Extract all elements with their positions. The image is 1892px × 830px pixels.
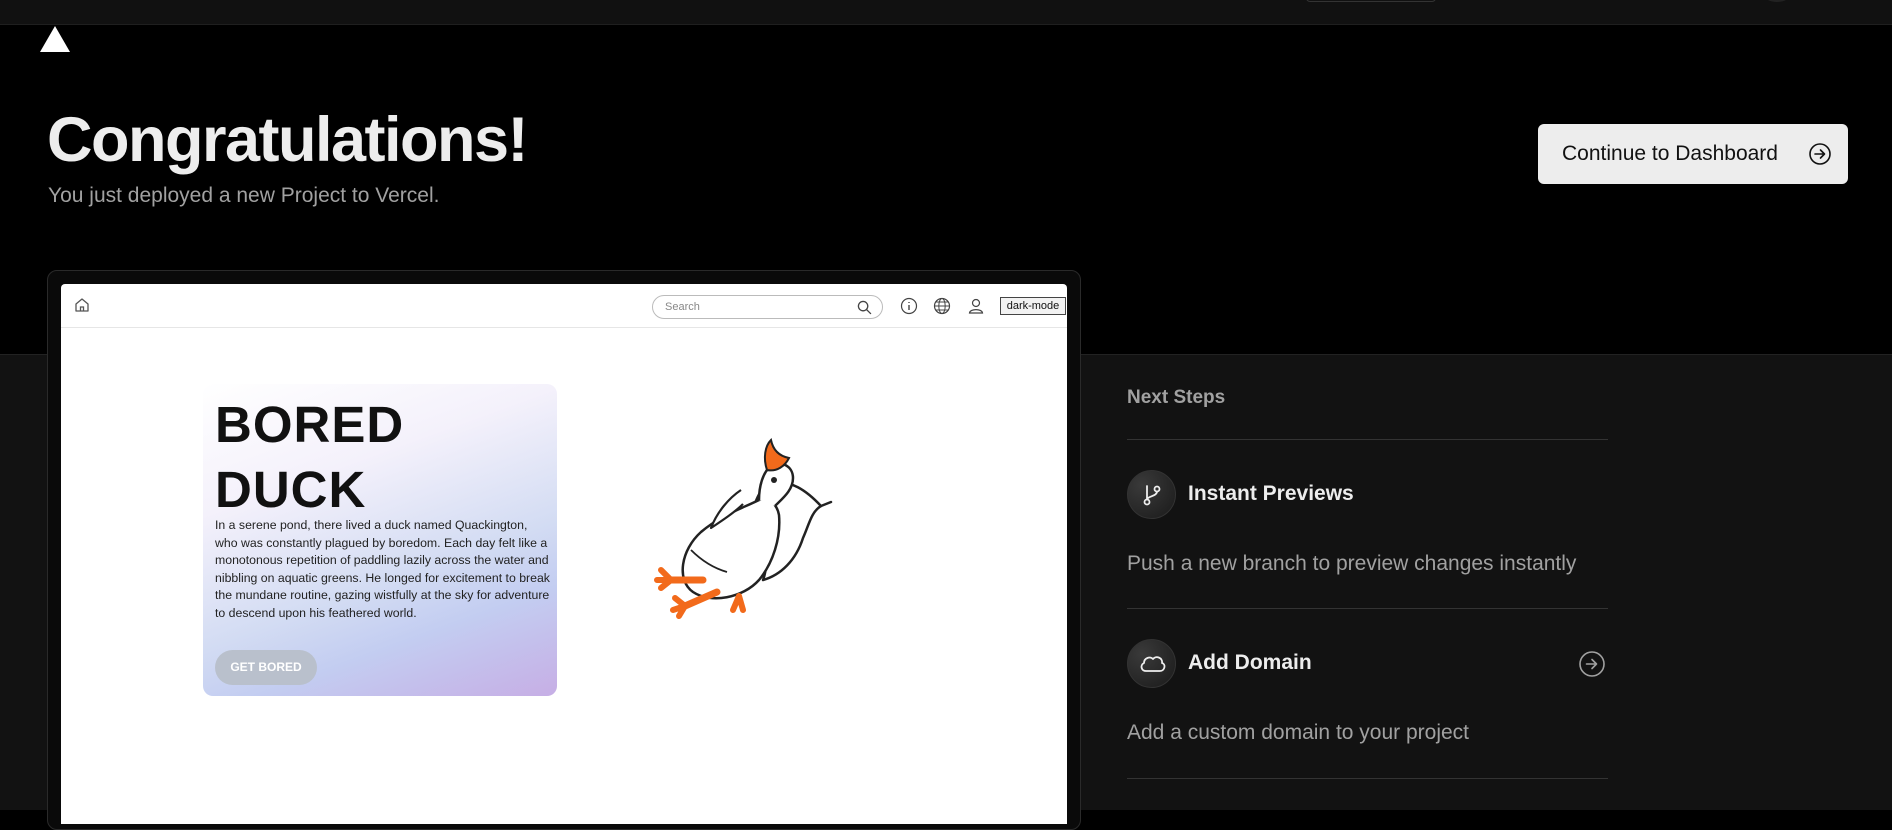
top-bar (0, 0, 1892, 25)
info-icon (900, 297, 918, 315)
next-steps-heading: Next Steps (1127, 387, 1226, 408)
cloud-icon (1127, 639, 1176, 688)
card-body: In a serene pond, there lived a duck nam… (215, 518, 550, 620)
bored-duck-illustration (654, 437, 833, 619)
card-title: BORED DUCK (215, 396, 405, 518)
home-icon (75, 298, 89, 312)
instant-previews-title[interactable]: Instant Previews (1188, 482, 1354, 506)
add-domain-description: Add a custom domain to your project (1127, 721, 1470, 744)
preview-navbar: Search dark-mode (61, 284, 1067, 328)
arrow-right-circle-icon[interactable] (1578, 650, 1606, 678)
search-icon (857, 300, 872, 315)
git-branch-icon (1127, 470, 1176, 519)
instant-previews-description: Push a new branch to preview changes ins… (1127, 552, 1577, 575)
page-title: Congratulations! (47, 105, 528, 175)
next-steps-divider (1127, 439, 1608, 440)
add-domain-title[interactable]: Add Domain (1188, 651, 1312, 675)
continue-to-dashboard-label: Continue to Dashboard (1562, 142, 1778, 165)
preview-search-placeholder: Search (665, 301, 700, 313)
avatar[interactable] (1765, 0, 1789, 2)
continue-to-dashboard-button[interactable]: Continue to Dashboard (1538, 124, 1848, 184)
get-bored-button: GET BORED (215, 650, 317, 685)
page-subtitle: You just deployed a new Project to Verce… (48, 184, 440, 207)
bored-duck-card: BORED DUCK In a serene pond, there lived … (203, 384, 557, 696)
step-divider (1127, 608, 1608, 609)
preview-search-input: Search (652, 295, 883, 319)
step-divider (1127, 778, 1608, 779)
vercel-logo-icon[interactable] (38, 24, 72, 54)
deployment-preview-screenshot[interactable]: Search dark-mode BORED DUCK In a serene p… (61, 284, 1067, 824)
globe-icon (933, 297, 951, 315)
dark-mode-toggle: dark-mode (1000, 297, 1066, 315)
user-icon (968, 298, 984, 314)
top-bar-control[interactable] (1306, 0, 1436, 2)
arrow-right-circle-icon (1809, 143, 1831, 165)
